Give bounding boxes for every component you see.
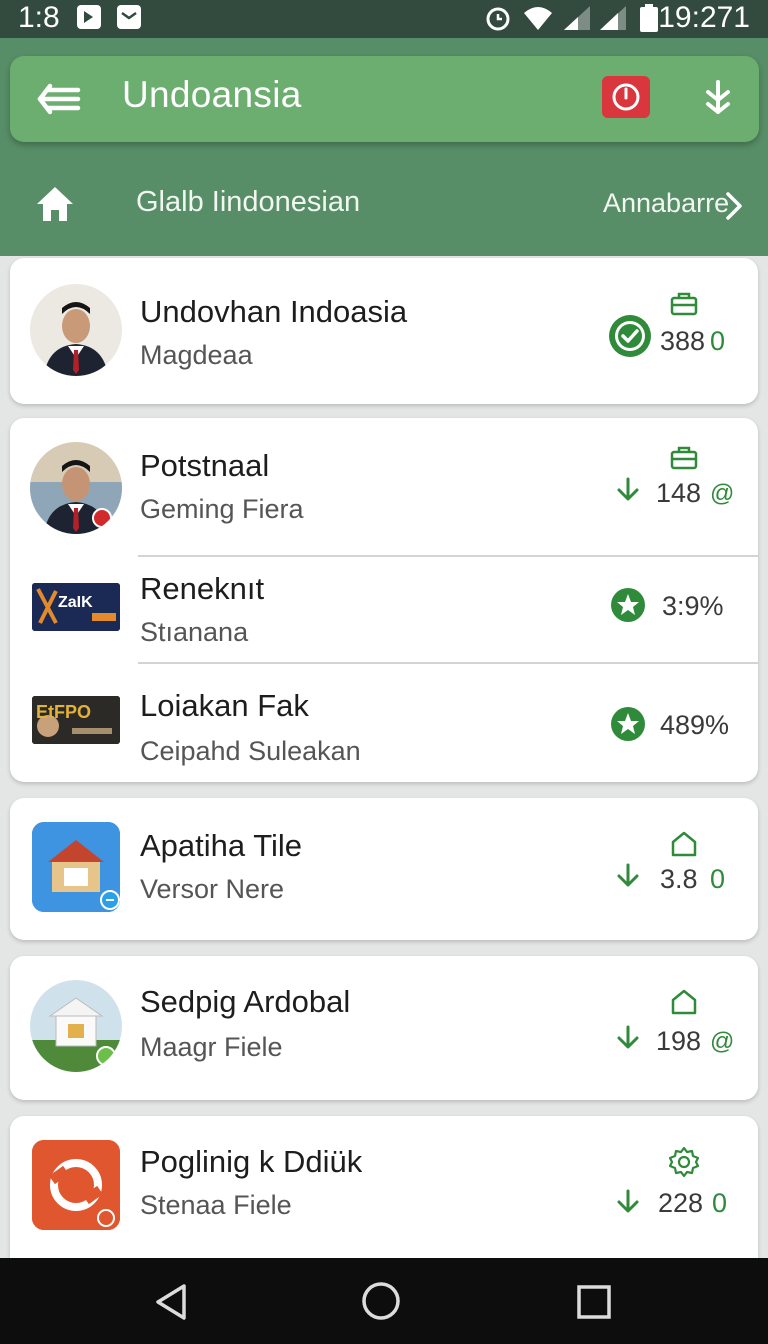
chevron-right-icon[interactable] [722,190,746,222]
breadcrumb-nav: Glalb Iindonesian Annabarre [0,160,768,246]
item-subtitle: Stenaa Fiele [140,1190,292,1220]
item-subtitle: Ceipahd Suleakan [140,736,361,766]
alert-button[interactable] [602,76,650,118]
signal-icon-2 [600,6,626,30]
check-circle-icon [609,315,651,357]
home-icon[interactable] [34,184,76,224]
item-subtitle: Magdeaa [140,340,253,370]
briefcase-icon [670,446,698,470]
item-subtitle: Maagr Fiele [140,1032,283,1062]
list-item[interactable]: ZaIK Reneknıt Stıanana 3:9% [10,557,758,663]
app-title: Undoansia [122,74,302,115]
avatar [30,284,122,376]
download-icon[interactable] [700,78,736,120]
download-arrow-icon [617,1025,639,1049]
item-stat: 489% [660,710,730,740]
status-bar: 1:8 19:271 [0,0,768,38]
list-item[interactable]: Potstnaal Geming Fiera 148 @ [10,418,758,556]
clock-alert-icon [612,83,640,111]
star-badge-icon [611,588,645,622]
item-title: Loiakan Fak [140,688,309,723]
signal-icon-1 [564,6,590,30]
avatar [30,980,122,1072]
brand-logo: ZaIK [32,583,120,631]
list-card-group: Potstnaal Geming Fiera 148 @ ZaIK Renekn… [10,418,758,782]
item-stat: 228 [658,1188,704,1218]
system-nav-bar [0,1258,768,1344]
logo-text: EtFPO [36,702,92,722]
back-triangle-icon[interactable] [152,1282,192,1322]
alarm-icon [486,7,510,31]
home-circle-icon[interactable] [360,1280,402,1322]
item-subtitle: Geming Fiera [140,494,304,524]
item-stat-suffix: 0 [710,864,726,894]
notification-app-icon [77,5,101,29]
back-menu-icon[interactable] [36,76,82,122]
list-card[interactable]: Poglinig k Ddiük Stenaa Fiele 228 0 [10,1116,758,1258]
item-title: Undovhan Indoasia [140,294,408,329]
logo-text: ZaIK [58,594,93,611]
item-title: Reneknıt [140,571,265,606]
app-icon [32,1140,120,1230]
brand-logo: EtFPO [32,696,120,744]
item-stat: 198 [656,1026,702,1056]
nav-more-link[interactable]: Annabarre [603,188,729,219]
list-card[interactable]: Apatiha Tile Versor Nere 3.8 0 [10,798,758,940]
list-card[interactable]: Sedpig Ardobal Maagr Fiele 198 @ [10,956,758,1100]
item-stat: 3:9% [662,591,724,621]
download-arrow-icon [617,863,639,887]
list-card[interactable]: Undovhan Indoasia Magdeaa 388 0 [10,258,758,404]
list-item[interactable]: EtFPO Loiakan Fak Ceipahd Suleakan 489% [10,664,758,782]
notification-mail-icon [117,5,141,29]
recents-square-icon[interactable] [574,1282,614,1322]
battery-icon [640,4,658,32]
item-stat-suffix: 0 [712,1188,728,1218]
app-icon [32,822,120,912]
house-icon [671,831,697,857]
avatar [30,442,122,534]
status-time-right: 19:271 [658,1,750,34]
item-stat-suffix: 0 [710,326,726,356]
wifi-icon [524,7,552,30]
item-stat: 388 [660,326,706,356]
star-badge-icon [611,707,645,741]
item-stat: 148 [656,478,702,508]
download-arrow-icon [617,1189,639,1213]
item-title: Apatiha Tile [140,828,302,863]
download-arrow-icon [617,477,639,501]
item-title: Poglinig k Ddiük [140,1144,363,1179]
house-icon [671,989,697,1015]
item-title: Sedpig Ardobal [140,984,351,1019]
status-time-left: 1:8 [18,1,60,34]
app-bar: Undoansia [10,56,759,142]
item-subtitle: Versor Nere [140,874,285,904]
gear-icon [668,1146,700,1178]
item-stat: 3.8 [660,864,698,894]
item-title: Potstnaal [140,448,270,483]
item-stat-suffix: @ [710,480,735,507]
item-subtitle: Stıanana [140,617,249,647]
item-stat-suffix: @ [710,1028,735,1055]
nav-title: Glalb Iindonesian [136,186,361,218]
briefcase-icon [670,292,698,316]
